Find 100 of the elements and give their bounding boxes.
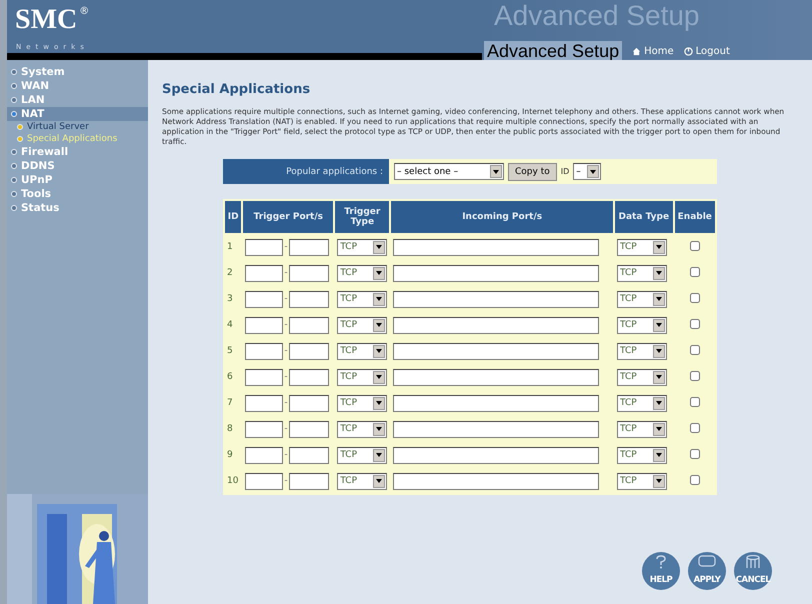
incoming-ports-field[interactable] <box>393 394 600 412</box>
bullet-icon <box>11 163 17 169</box>
sidebar-subitem[interactable]: Virtual Server <box>7 121 148 133</box>
data-type-select[interactable]: TCP <box>617 342 667 360</box>
trigger-port-start-field[interactable] <box>245 342 284 360</box>
dropdown-arrow-icon <box>376 375 382 379</box>
enable-checkbox[interactable] <box>690 370 700 380</box>
incoming-ports-field[interactable] <box>393 316 600 334</box>
trigger-port-end-field[interactable] <box>288 238 329 256</box>
trigger-port-end-field[interactable] <box>288 264 329 282</box>
dropdown-arrow-icon <box>376 479 382 483</box>
range-separator: - <box>284 398 288 408</box>
column-header: Enable <box>674 201 715 233</box>
trigger-type-select[interactable]: TCP <box>337 316 388 334</box>
trigger-type-select[interactable]: TCP <box>337 264 388 282</box>
incoming-ports-field[interactable] <box>393 368 600 386</box>
range-separator: - <box>284 346 288 356</box>
trigger-port-start-field[interactable] <box>245 446 284 464</box>
enable-checkbox[interactable] <box>690 292 700 302</box>
trigger-port-end-field[interactable] <box>288 316 329 334</box>
trigger-port-end-field[interactable] <box>288 446 329 464</box>
enable-checkbox[interactable] <box>690 474 700 484</box>
application-select[interactable]: – select one – <box>394 163 504 180</box>
row-id: 3 <box>226 293 234 306</box>
data-type-select[interactable]: TCP <box>617 368 667 386</box>
bullet-icon <box>11 149 17 155</box>
trigger-type-select[interactable]: TCP <box>337 394 388 412</box>
incoming-ports-field[interactable] <box>393 472 600 490</box>
range-separator: - <box>284 320 288 330</box>
trigger-port-start-field[interactable] <box>245 264 284 282</box>
data-type-select[interactable]: TCP <box>617 446 667 464</box>
cancel-button[interactable]: CANCEL <box>734 552 772 590</box>
dropdown-arrow-icon <box>376 245 382 249</box>
data-type-select[interactable]: TCP <box>617 290 667 308</box>
trigger-port-end-field[interactable] <box>288 290 329 308</box>
trigger-type-select[interactable]: TCP <box>337 420 388 438</box>
data-type-select[interactable]: TCP <box>617 472 667 490</box>
dropdown-arrow-icon <box>376 349 382 353</box>
data-type-select[interactable]: TCP <box>617 238 667 256</box>
enable-checkbox[interactable] <box>690 422 700 432</box>
enable-checkbox[interactable] <box>690 240 700 250</box>
incoming-ports-field[interactable] <box>393 238 600 256</box>
trigger-port-start-field[interactable] <box>245 238 284 256</box>
trigger-port-start-field[interactable] <box>245 472 284 490</box>
data-type-select[interactable]: TCP <box>617 420 667 438</box>
trigger-port-end-field[interactable] <box>288 420 329 438</box>
trigger-type-select[interactable]: TCP <box>337 290 388 308</box>
range-separator: - <box>284 242 288 252</box>
trigger-port-start-field[interactable] <box>245 290 284 308</box>
bullet-icon <box>11 205 17 211</box>
trigger-port-end-field[interactable] <box>288 472 329 490</box>
bullet-icon <box>11 191 17 197</box>
bullet-icon <box>17 136 23 142</box>
dropdown-arrow-icon <box>376 427 382 431</box>
apply-button[interactable]: APPLY <box>688 552 726 590</box>
trigger-port-end-field[interactable] <box>288 368 329 386</box>
trigger-port-start-field[interactable] <box>245 394 284 412</box>
dropdown-arrow-icon <box>376 323 382 327</box>
trigger-port-start-field[interactable] <box>245 368 284 386</box>
enable-checkbox[interactable] <box>690 318 700 328</box>
incoming-ports-field[interactable] <box>393 420 600 438</box>
trigger-port-end-field[interactable] <box>288 394 329 412</box>
data-type-select[interactable]: TCP <box>617 394 667 412</box>
trigger-type-select[interactable]: TCP <box>337 238 388 256</box>
trigger-type-select[interactable]: TCP <box>337 446 388 464</box>
help-button[interactable]: HELP <box>642 552 680 590</box>
home-icon <box>632 47 642 56</box>
trigger-type-select[interactable]: TCP <box>337 472 388 490</box>
id-select[interactable]: – <box>573 163 602 180</box>
enable-checkbox[interactable] <box>690 344 700 354</box>
dropdown-arrow-icon <box>656 427 662 431</box>
row-id: 6 <box>226 371 234 384</box>
dropdown-arrow-icon <box>376 297 382 301</box>
trigger-type-select[interactable]: TCP <box>337 342 388 360</box>
dropdown-arrow-icon <box>656 349 662 353</box>
trigger-port-start-field[interactable] <box>245 316 284 334</box>
incoming-ports-field[interactable] <box>393 446 600 464</box>
bullet-icon <box>11 177 17 183</box>
trigger-port-end-field[interactable] <box>288 342 329 360</box>
enable-checkbox[interactable] <box>690 266 700 276</box>
page-heading: Advanced Setup <box>484 41 622 62</box>
data-type-select[interactable]: TCP <box>617 316 667 334</box>
range-separator: - <box>284 372 288 382</box>
incoming-ports-field[interactable] <box>393 290 600 308</box>
incoming-ports-field[interactable] <box>393 342 600 360</box>
row-id: 10 <box>226 475 240 488</box>
sidebar-item[interactable]: NAT <box>7 107 148 121</box>
incoming-ports-field[interactable] <box>393 264 600 282</box>
home-link[interactable]: Home <box>632 46 674 57</box>
dropdown-arrow-icon <box>656 453 662 457</box>
copy-to-button[interactable]: Copy to <box>508 162 557 180</box>
dropdown-arrow-icon <box>656 401 662 405</box>
logout-link[interactable]: Logout <box>684 46 730 57</box>
trigger-type-select[interactable]: TCP <box>337 368 388 386</box>
enable-checkbox[interactable] <box>690 396 700 406</box>
enable-checkbox[interactable] <box>690 448 700 458</box>
data-type-select[interactable]: TCP <box>617 264 667 282</box>
range-separator: - <box>284 268 288 278</box>
dropdown-arrow-icon <box>376 401 382 405</box>
trigger-port-start-field[interactable] <box>245 420 284 438</box>
